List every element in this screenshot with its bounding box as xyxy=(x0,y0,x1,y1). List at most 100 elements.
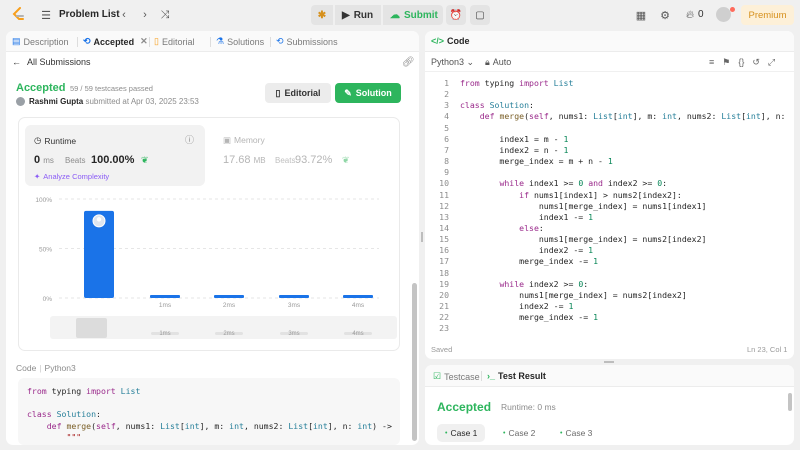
code-line[interactable]: 23 xyxy=(425,323,785,333)
code-line[interactable]: 5 xyxy=(425,123,785,134)
code-line[interactable]: 8 merge_index = m + n - 1 xyxy=(425,156,785,167)
test-runtime: Runtime: 0 ms xyxy=(501,402,556,412)
fullscreen-icon[interactable]: ⤢ xyxy=(768,57,775,68)
debug-button[interactable]: ✱ xyxy=(311,5,333,25)
memory-box[interactable]: ▣ Memory 17.68 MB Beats 93.72% ❦ xyxy=(215,125,395,186)
submit-label: Submit xyxy=(404,9,438,21)
tab-test-result[interactable]: ›_ Test Result xyxy=(487,371,546,381)
analyze-complexity-link[interactable]: ✦ Analyze Complexity xyxy=(34,172,109,181)
case-tab-1[interactable]: • Case 1 xyxy=(437,424,486,442)
all-submissions-link[interactable]: ← All Submissions xyxy=(12,57,91,67)
tab-submissions[interactable]: ⟲ Submissions xyxy=(276,36,338,47)
tab-solutions-label: Solutions xyxy=(227,36,265,47)
gear-icon[interactable]: ⚙ xyxy=(658,8,672,22)
book-icon: ▯ xyxy=(154,36,159,46)
tab-description[interactable]: ▤ Description xyxy=(12,36,69,47)
user-avatar[interactable] xyxy=(716,7,731,22)
line-number: 21 xyxy=(439,301,449,311)
line-content: nums1[merge_index] = nums2[index2] xyxy=(460,234,707,245)
format-icon[interactable]: ≡ xyxy=(709,57,714,68)
code-line[interactable]: 18 xyxy=(425,268,785,279)
next-problem-icon[interactable]: › xyxy=(138,8,152,22)
leaf-icon: ❦ xyxy=(141,155,149,165)
auto-mode-toggle[interactable]: 🔒︎ Auto xyxy=(485,57,511,68)
alarm-icon: ⏰ xyxy=(449,9,463,21)
run-button[interactable]: ▶ Run xyxy=(335,5,381,25)
code-line[interactable]: 19 while index2 >= 0: xyxy=(425,279,785,290)
vertical-splitter-handle[interactable] xyxy=(421,232,423,242)
code-tab[interactable]: </> Code xyxy=(431,36,470,46)
timer-button[interactable]: ⏰ xyxy=(446,5,466,25)
language-select-value: Python3 xyxy=(431,57,465,67)
code-tabbar: </> Code xyxy=(425,31,794,52)
terminal-icon: ›_ xyxy=(487,371,496,381)
code-line[interactable]: 7 index2 = n - 1 xyxy=(425,145,785,156)
code-line[interactable]: 21 index2 -= 1 xyxy=(425,301,785,312)
left-panel-scrollbar[interactable] xyxy=(412,283,417,441)
premium-button[interactable]: Premium xyxy=(741,5,794,25)
code-line[interactable]: 9 xyxy=(425,167,785,178)
editor-toolbar: Python3 ⌄ 🔒︎ Auto ≡ ⚑ {} ↺ ⤢ xyxy=(425,53,794,72)
case-label: Case 1 xyxy=(450,428,478,438)
line-number: 6 xyxy=(444,133,449,144)
solution-button[interactable]: ✎ Solution xyxy=(335,83,401,103)
line-number: 20 xyxy=(439,289,449,300)
code-line[interactable]: 1 from typing import List xyxy=(425,78,785,89)
notes-button[interactable]: ▢ xyxy=(470,5,490,25)
language-select[interactable]: Python3 ⌄ xyxy=(431,57,474,68)
code-line[interactable]: 14 else: xyxy=(425,223,785,234)
leaf-icon: ❦ xyxy=(342,155,350,165)
code-line[interactable]: 16 index2 -= 1 xyxy=(425,245,785,256)
editorial-button[interactable]: ▯ Editorial xyxy=(265,83,331,103)
braces-icon[interactable]: {} xyxy=(738,57,744,68)
code-line[interactable]: 13 index1 -= 1 xyxy=(425,212,785,223)
test-panel-scrollbar[interactable] xyxy=(788,393,792,411)
close-tab-icon[interactable]: ✕ xyxy=(140,36,148,47)
shuffle-icon[interactable]: ⤨ xyxy=(158,8,172,22)
code-line[interactable]: 12 nums1[merge_index] = nums1[index1] xyxy=(425,201,785,212)
all-submissions-label: All Submissions xyxy=(27,57,91,67)
code-line[interactable]: 15 nums1[merge_index] = nums2[index2] xyxy=(425,234,785,245)
code-line[interactable]: 10 while index1 >= 0 and index2 >= 0: xyxy=(425,178,785,189)
leetcode-logo-icon[interactable] xyxy=(12,7,26,23)
performance-card: ◷ Runtime ⓘ 0 ms Beats 100.00% ❦ ✦ Analyze… xyxy=(18,117,400,351)
tab-accepted[interactable]: ⟲ Accepted ✕ xyxy=(83,36,148,47)
x-tick-label: 2ms xyxy=(223,302,236,309)
tab-editorial[interactable]: ▯ Editorial xyxy=(154,36,194,47)
reset-icon[interactable]: ↺ xyxy=(752,57,760,68)
fire-icon[interactable]: 🔥︎ xyxy=(683,8,697,22)
pass-dot-icon: • xyxy=(560,429,563,437)
case-tab-2[interactable]: • Case 2 xyxy=(495,424,543,442)
info-icon[interactable]: ⓘ xyxy=(185,133,194,146)
share-link-icon[interactable]: 🔗︎ xyxy=(402,57,415,68)
code-editor[interactable]: 1 from typing import List 2 3 class Solution… xyxy=(425,75,785,333)
code-line[interactable]: 6 index1 = m - 1 xyxy=(425,134,785,145)
code-line[interactable]: 20 nums1[merge_index] = nums2[index2] xyxy=(425,290,785,301)
submitter-name[interactable]: Rashmi Gupta xyxy=(29,97,83,106)
code-line[interactable]: 2 xyxy=(425,89,785,100)
line-content: merge_index -= 1 xyxy=(460,256,599,267)
submit-button[interactable]: ☁ Submit xyxy=(383,5,443,25)
line-content: if nums1[index1] > nums2[index2]: xyxy=(519,189,682,200)
code-preview-title: Code xyxy=(16,363,37,373)
code-preview[interactable]: from typing import List class Solution: … xyxy=(18,378,400,445)
code-line[interactable]: 4 def merge(self, nums1: List[int], m: i… xyxy=(425,111,785,122)
code-line[interactable]: 22 merge_index -= 1 xyxy=(425,312,785,323)
prev-problem-icon[interactable]: ‹ xyxy=(117,8,131,22)
problem-list-link[interactable]: Problem List xyxy=(59,9,120,20)
code-line[interactable]: 11 if nums1[index1] > nums2[index2]: xyxy=(425,190,785,201)
horizontal-splitter-handle[interactable] xyxy=(604,361,614,363)
code-line[interactable]: 17 merge_index -= 1 xyxy=(425,256,785,267)
code-line[interactable]: 3 class Solution: xyxy=(425,100,785,111)
layout-grid-icon[interactable]: ▦ xyxy=(634,8,648,22)
chart-bar xyxy=(214,295,244,298)
line-number: 19 xyxy=(439,278,449,289)
tab-testcase[interactable]: ☑ Testcase xyxy=(433,371,480,382)
problem-list-icon[interactable]: ☰ xyxy=(39,8,53,22)
tab-solutions[interactable]: ⚗ Solutions xyxy=(216,36,264,47)
runtime-box[interactable]: ◷ Runtime ⓘ 0 ms Beats 100.00% ❦ ✦ Analyze… xyxy=(25,125,205,186)
case-tab-3[interactable]: • Case 3 xyxy=(552,424,600,442)
bookmark-icon[interactable]: ⚑ xyxy=(722,57,730,68)
line-content: index2 = n - 1 xyxy=(460,144,569,155)
line-content: while index1 >= 0 and index2 >= 0: xyxy=(499,178,668,189)
